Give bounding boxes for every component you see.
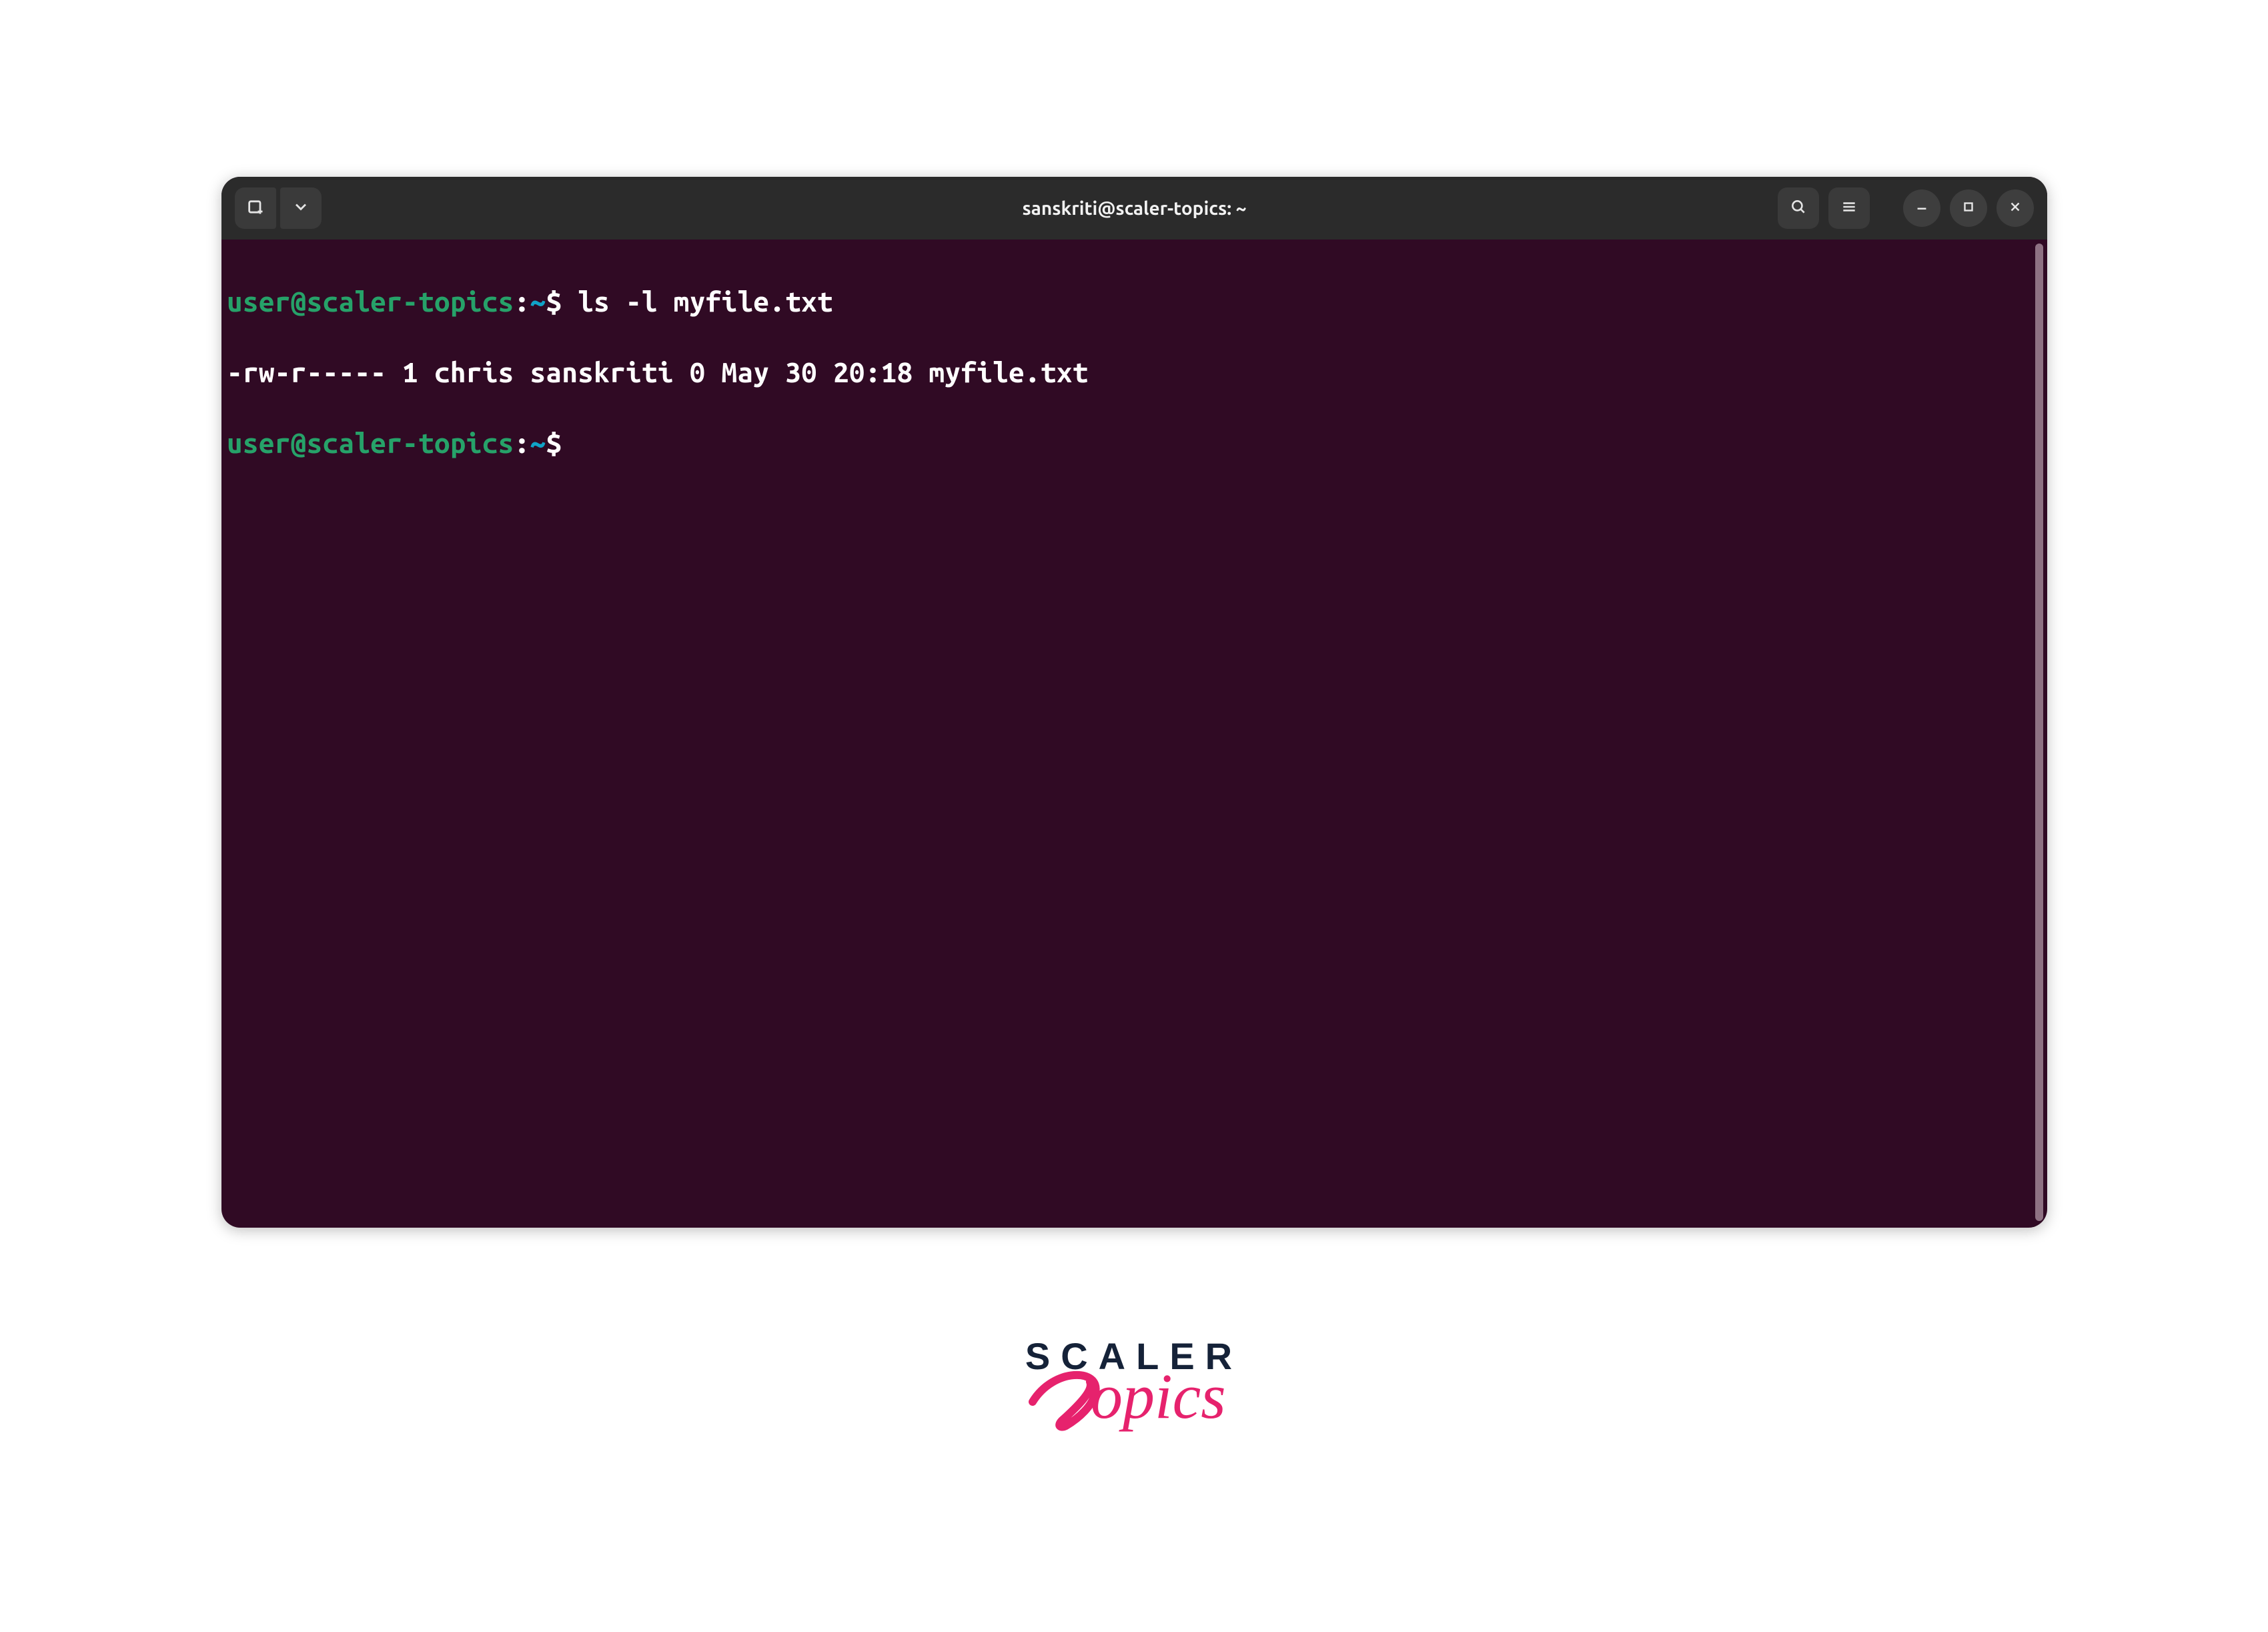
prompt-user-host: user@scaler-topics <box>227 286 514 317</box>
minimize-icon <box>1914 199 1929 217</box>
brand-topics-glyphs: opics <box>1091 1362 1226 1432</box>
search-icon <box>1790 198 1807 218</box>
terminal-line-1: user@scaler-topics:~$ ls -l myfile.txt <box>227 284 2047 320</box>
window-title: sanskriti@scaler-topics: ~ <box>221 198 2047 219</box>
chevron-down-icon <box>292 197 310 219</box>
prompt-cwd: ~ <box>530 286 546 317</box>
brand-logo: SCALER opics <box>0 1334 2268 1462</box>
terminal-line-2: -rw-r----- 1 chris sanskriti 0 May 30 20… <box>227 355 2047 390</box>
close-button[interactable] <box>1997 189 2034 227</box>
prompt-cwd: ~ <box>530 427 546 458</box>
prompt-user-host: user@scaler-topics <box>227 427 514 458</box>
minimize-button[interactable] <box>1903 189 1940 227</box>
new-tab-button[interactable] <box>235 187 276 229</box>
titlebar-right-controls <box>1778 187 2034 229</box>
terminal-body[interactable]: user@scaler-topics:~$ ls -l myfile.txt -… <box>221 240 2047 531</box>
maximize-icon <box>1961 199 1976 217</box>
prompt-colon: : <box>514 427 530 458</box>
tab-dropdown-button[interactable] <box>280 187 322 229</box>
brand-topics-text: opics <box>1027 1362 1241 1462</box>
prompt-colon: : <box>514 286 530 317</box>
hamburger-menu-icon <box>1840 198 1858 218</box>
prompt-symbol: $ <box>546 286 562 317</box>
titlebar-left-controls <box>235 187 322 229</box>
close-icon <box>2008 199 2023 217</box>
terminal-window: sanskriti@scaler-topics: ~ <box>221 177 2047 1228</box>
terminal-line-3: user@scaler-topics:~$ <box>227 426 2047 461</box>
titlebar: sanskriti@scaler-topics: ~ <box>221 177 2047 240</box>
search-button[interactable] <box>1778 187 1819 229</box>
prompt-symbol: $ <box>546 427 562 458</box>
maximize-button[interactable] <box>1950 189 1987 227</box>
terminal-scrollbar[interactable] <box>2035 244 2043 1221</box>
new-tab-icon <box>246 197 265 219</box>
command-text: ls -l myfile.txt <box>578 286 833 317</box>
hamburger-menu-button[interactable] <box>1828 187 1870 229</box>
